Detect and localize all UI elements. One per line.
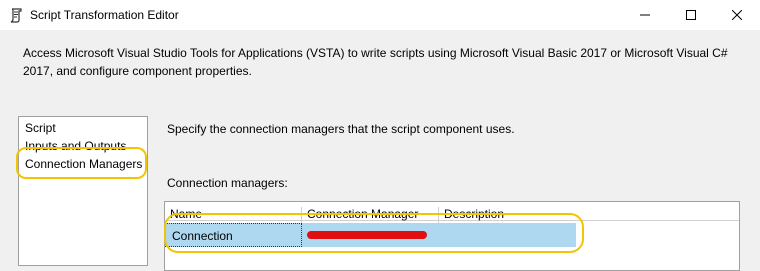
cell-name[interactable]: Connection [165, 223, 302, 247]
page-navigation-list: Script Inputs and Outputs Connection Man… [18, 116, 148, 266]
maximize-icon [686, 10, 696, 20]
nav-item-connection-managers[interactable]: Connection Managers [25, 157, 142, 171]
table-row[interactable]: Connection [165, 223, 576, 247]
maximize-button[interactable] [668, 0, 714, 30]
connection-managers-grid: Name Connection Manager Description Conn… [164, 201, 740, 271]
cell-connection-manager[interactable] [302, 223, 439, 247]
script-icon [8, 7, 24, 23]
connection-managers-label: Connection managers: [167, 176, 288, 190]
redaction-mark [307, 231, 427, 239]
nav-item-script[interactable]: Script [25, 121, 56, 135]
cell-description[interactable] [439, 223, 576, 247]
window-title: Script Transformation Editor [30, 8, 179, 22]
minimize-icon [640, 10, 650, 20]
editor-description: Access Microsoft Visual Studio Tools for… [23, 46, 728, 78]
nav-item-inputs-and-outputs[interactable]: Inputs and Outputs [25, 139, 126, 153]
title-bar: Script Transformation Editor [0, 0, 760, 30]
close-icon [732, 10, 742, 20]
close-button[interactable] [714, 0, 760, 30]
grid-header: Name Connection Manager Description [165, 202, 739, 225]
instruction-text: Specify the connection managers that the… [167, 122, 515, 136]
minimize-button[interactable] [622, 0, 668, 30]
